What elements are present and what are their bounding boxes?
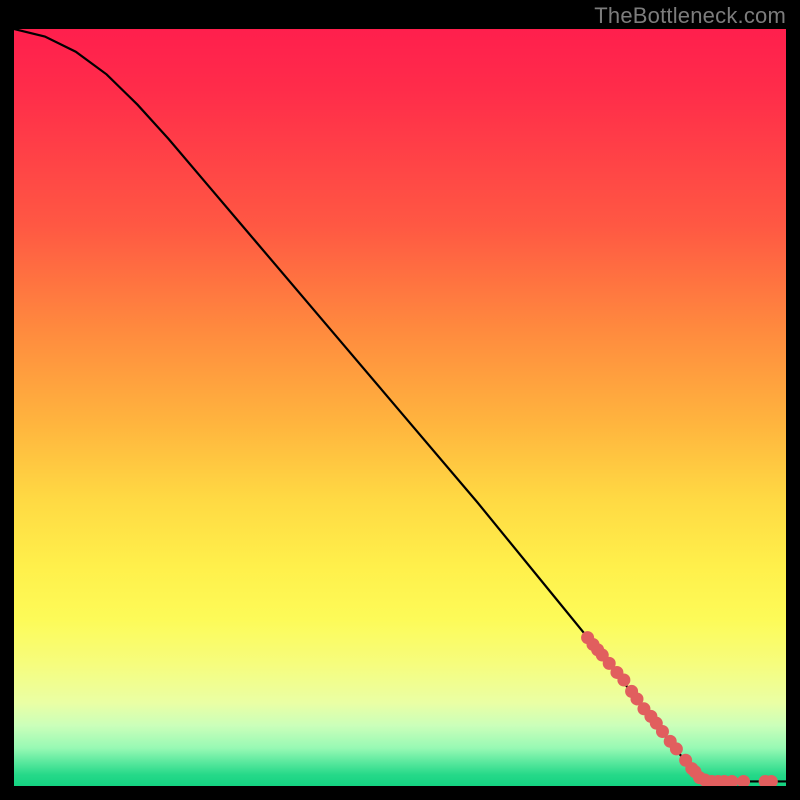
plot-area bbox=[14, 29, 786, 786]
data-marker bbox=[737, 775, 750, 786]
data-marker bbox=[670, 742, 683, 755]
data-markers bbox=[581, 631, 778, 786]
data-marker bbox=[617, 674, 630, 687]
watermark-text: TheBottleneck.com bbox=[594, 3, 786, 29]
chart-root: TheBottleneck.com bbox=[0, 0, 800, 800]
bottleneck-curve bbox=[14, 29, 786, 781]
chart-svg bbox=[14, 29, 786, 786]
